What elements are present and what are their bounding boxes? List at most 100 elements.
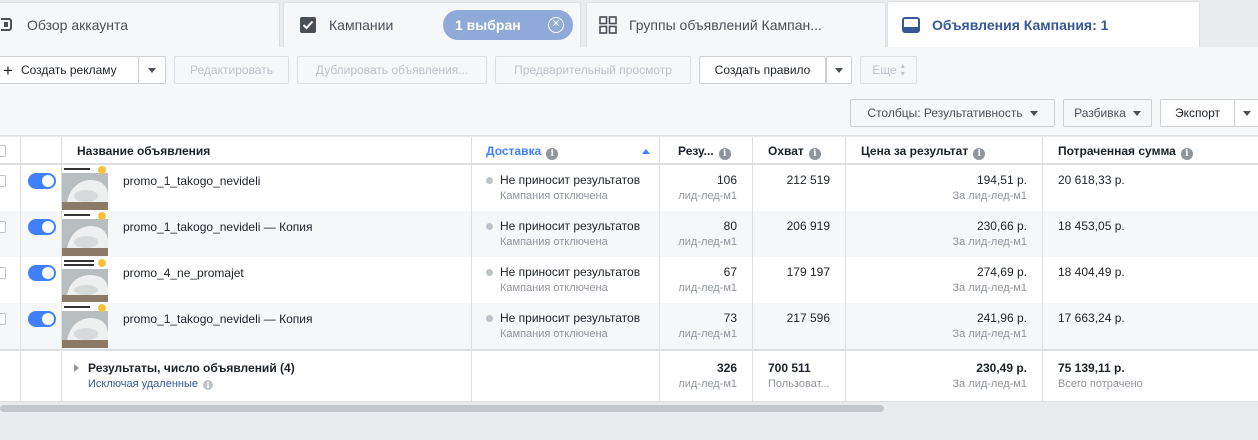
totals-spent: 75 139,11 р. bbox=[1058, 361, 1125, 375]
totals-label: Результаты, число объявлений (4) bbox=[88, 361, 295, 375]
sort-arrows-icon: ▴ ▾ bbox=[900, 61, 905, 78]
edit-button[interactable]: Редактировать bbox=[174, 56, 289, 84]
table-row[interactable]: promo_1_takogo_nevideli Не приносит резу… bbox=[0, 165, 1258, 211]
info-icon[interactable]: i bbox=[203, 380, 214, 390]
tab-ad-sets[interactable]: Группы объявлений Кампан... bbox=[586, 2, 886, 47]
row-checkbox[interactable] bbox=[0, 313, 6, 325]
tab-label: Обзор аккаунта bbox=[27, 17, 129, 33]
columns-button[interactable]: Столбцы: Результативность bbox=[850, 99, 1055, 127]
totals-reach: 700 511 bbox=[768, 361, 811, 375]
create-rule-dropdown[interactable] bbox=[826, 56, 852, 84]
clear-selection-icon[interactable]: ✕ bbox=[548, 17, 564, 33]
info-icon[interactable]: i bbox=[973, 148, 986, 160]
reach-value: 206 919 bbox=[786, 219, 830, 233]
row-checkbox[interactable] bbox=[0, 175, 6, 187]
results-value: 67 bbox=[723, 265, 737, 279]
delivery-substatus: Кампания отключена bbox=[500, 282, 608, 294]
results-value: 80 bbox=[723, 219, 737, 233]
amount-spent: 17 663,24 р. bbox=[1058, 311, 1125, 325]
ad-image bbox=[62, 304, 108, 348]
more-label: Еще bbox=[872, 63, 897, 77]
delivery-substatus: Кампания отключена bbox=[500, 328, 608, 340]
ad-name[interactable]: promo_1_takogo_nevideli — Копия bbox=[123, 220, 312, 234]
delivery-status: Не приносит результатов bbox=[500, 219, 641, 233]
checkbox-icon bbox=[300, 17, 316, 33]
ad-thumbnail[interactable] bbox=[62, 304, 108, 348]
row-checkbox[interactable] bbox=[0, 267, 6, 279]
ad-toggle[interactable] bbox=[28, 311, 56, 327]
selection-badge[interactable]: 1 выбран ✕ bbox=[443, 10, 573, 40]
header-results[interactable]: Резу... i bbox=[678, 137, 731, 165]
header-cost-per-result[interactable]: Цена за результат i bbox=[861, 137, 986, 165]
ad-thumbnail[interactable] bbox=[62, 258, 108, 302]
totals-results: 326 bbox=[716, 361, 737, 375]
column-divider bbox=[752, 137, 753, 401]
delivery-status: Не приносит результатов bbox=[500, 173, 641, 187]
column-divider bbox=[20, 137, 21, 401]
delivery-status: Не приносит результатов bbox=[500, 265, 641, 279]
ad-name[interactable]: promo_1_takogo_nevideli bbox=[123, 174, 260, 188]
ad-image bbox=[62, 166, 108, 210]
amount-spent: 18 453,05 р. bbox=[1058, 219, 1125, 233]
ad-name[interactable]: promo_4_ne_promajet bbox=[123, 266, 244, 280]
cost-per-result-sub: За лид-лед-м1 bbox=[952, 190, 1027, 202]
preview-button[interactable]: Предварительный просмотр bbox=[495, 56, 691, 84]
tab-bar: Обзор аккаунта Кампании 1 выбран ✕ Групп… bbox=[0, 0, 1258, 48]
ad-toggle[interactable] bbox=[28, 219, 56, 235]
results-type: лид-лед-м1 bbox=[678, 328, 737, 340]
amount-spent: 18 404,49 р. bbox=[1058, 265, 1125, 279]
row-checkbox[interactable] bbox=[0, 221, 6, 233]
select-all-checkbox[interactable] bbox=[0, 145, 6, 157]
info-icon[interactable]: i bbox=[546, 148, 559, 160]
ad-name[interactable]: promo_1_takogo_nevideli — Копия bbox=[123, 312, 312, 326]
more-button[interactable]: Еще ▴ ▾ bbox=[860, 56, 917, 84]
duplicate-button[interactable]: Дублировать объявления... bbox=[297, 56, 487, 84]
cost-per-result: 274,69 р. bbox=[976, 265, 1027, 279]
info-icon[interactable]: i bbox=[808, 148, 821, 160]
create-ad-button[interactable]: + Создать рекламу bbox=[0, 56, 139, 84]
totals-sublabel[interactable]: Исключая удаленные i bbox=[88, 378, 214, 390]
sort-ascending-icon[interactable] bbox=[642, 149, 650, 154]
horizontal-scrollbar[interactable] bbox=[0, 405, 884, 412]
breakdown-label: Разбивка bbox=[1074, 106, 1126, 120]
reach-value: 217 596 bbox=[786, 311, 830, 325]
totals-cost-sub: За лид-лед-м1 bbox=[952, 378, 1027, 390]
create-rule-button[interactable]: Создать правило bbox=[699, 56, 826, 84]
account-icon bbox=[1, 18, 12, 31]
info-icon[interactable]: i bbox=[1180, 148, 1193, 160]
header-amount-spent[interactable]: Потраченная сумма i bbox=[1058, 137, 1193, 165]
reach-value: 179 197 bbox=[786, 265, 830, 279]
export-dropdown[interactable] bbox=[1234, 99, 1258, 127]
delivery-substatus: Кампания отключена bbox=[500, 190, 608, 202]
chevron-down-icon bbox=[835, 67, 843, 73]
reach-value: 212 519 bbox=[786, 173, 830, 187]
ad-toggle[interactable] bbox=[28, 265, 56, 281]
header-delivery[interactable]: Доставка i bbox=[486, 137, 559, 165]
ad-toggle[interactable] bbox=[28, 173, 56, 189]
ad-thumbnail[interactable] bbox=[62, 166, 108, 210]
chevron-down-icon bbox=[1243, 110, 1251, 116]
table-row[interactable]: promo_1_takogo_nevideli — Копия Не прино… bbox=[0, 303, 1258, 349]
table-row[interactable]: promo_4_ne_promajet Не приносит результа… bbox=[0, 257, 1258, 303]
amount-spent: 20 618,33 р. bbox=[1058, 173, 1125, 187]
breakdown-button[interactable]: Разбивка bbox=[1063, 99, 1152, 127]
expand-icon[interactable] bbox=[74, 364, 79, 372]
results-value: 73 bbox=[723, 311, 737, 325]
duplicate-label: Дублировать объявления... bbox=[315, 63, 469, 77]
header-reach[interactable]: Охват i bbox=[768, 137, 821, 165]
info-icon[interactable]: i bbox=[718, 148, 731, 160]
export-button[interactable]: Экспорт bbox=[1160, 99, 1235, 127]
create-ad-dropdown[interactable] bbox=[138, 56, 166, 84]
badge-label: 1 выбран bbox=[455, 17, 521, 33]
ad-thumbnail[interactable] bbox=[62, 212, 108, 256]
column-divider bbox=[845, 137, 846, 401]
header-ad-name[interactable]: Название объявления bbox=[77, 137, 210, 165]
chevron-down-icon bbox=[1029, 110, 1038, 116]
cost-per-result: 194,51 р. bbox=[976, 173, 1027, 187]
column-divider bbox=[61, 137, 62, 401]
tab-ads[interactable]: Объявления Кампания: 1 bbox=[887, 1, 1200, 48]
results-type: лид-лед-м1 bbox=[678, 236, 737, 248]
table-row[interactable]: promo_1_takogo_nevideli — Копия Не прино… bbox=[0, 211, 1258, 257]
totals-results-type: лид-лед-м1 bbox=[678, 378, 737, 390]
tab-account-overview[interactable]: Обзор аккаунта bbox=[0, 2, 280, 47]
